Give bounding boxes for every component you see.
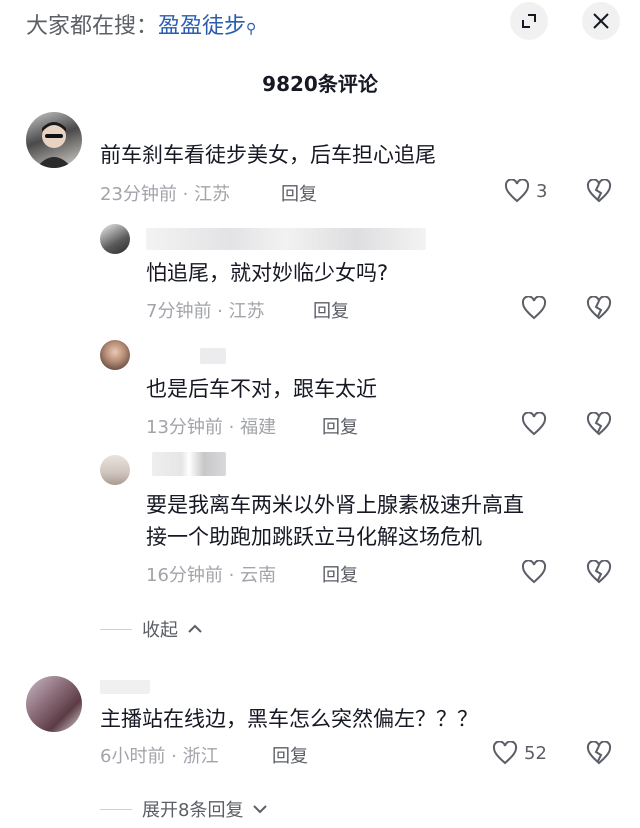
close-button[interactable] [582, 2, 620, 40]
expand-replies-button[interactable]: 展开8条回复 [100, 796, 268, 822]
comment-text: 接一个助跑加跳跃立马化解这场危机 [146, 525, 482, 549]
username-redacted [100, 680, 150, 694]
avatar[interactable] [100, 224, 130, 254]
like-count: 52 [524, 742, 547, 764]
collapse-replies-button[interactable]: 收起 [100, 616, 202, 642]
search-icon: ⚲ [246, 21, 257, 37]
dislike-button[interactable] [586, 740, 612, 769]
heart-icon [521, 296, 547, 320]
top-bar: 大家都在搜：盈盈徒步⚲ [0, 0, 640, 48]
dislike-button[interactable] [586, 178, 612, 207]
reply-button[interactable]: 回复 [272, 742, 308, 768]
username-redacted [146, 228, 426, 250]
avatar[interactable] [26, 112, 82, 168]
like-button[interactable]: 52 [492, 741, 547, 765]
avatar[interactable] [100, 340, 130, 370]
collapse-label: 收起 [142, 620, 178, 641]
chevron-down-icon [253, 805, 268, 814]
search-suggestion[interactable]: 大家都在搜：盈盈徒步⚲ [26, 8, 256, 40]
comment-time-location: 7分钟前 · 江苏 [146, 301, 265, 322]
expand-icon [522, 14, 536, 28]
comment-time-location: 16分钟前 · 云南 [146, 565, 277, 586]
reply-button[interactable]: 回复 [322, 413, 358, 439]
expand-label: 展开8条回复 [142, 800, 244, 821]
search-suggestion-prefix: 大家都在搜： [26, 14, 159, 39]
avatar[interactable] [26, 676, 82, 732]
chevron-up-icon [188, 624, 202, 633]
username-redacted [152, 452, 226, 476]
like-count: 3 [536, 180, 548, 202]
comment-text: 也是后车不对，跟车太近 [146, 377, 377, 401]
broken-heart-icon [586, 411, 612, 436]
comment-time-location: 23分钟前 · 江苏 [100, 184, 231, 205]
close-icon [593, 13, 609, 29]
divider [100, 628, 132, 630]
comment-text: 主播站在线边，黑车怎么突然偏左？？？ [100, 707, 478, 731]
broken-heart-icon [586, 178, 612, 203]
heart-icon [521, 560, 547, 584]
broken-heart-icon [586, 559, 612, 584]
expand-button[interactable] [510, 2, 548, 40]
comment-time-location: 6小时前 · 浙江 [100, 746, 219, 767]
dislike-button[interactable] [586, 411, 612, 440]
reply-button[interactable]: 回复 [322, 561, 358, 587]
heart-icon [521, 412, 547, 436]
heart-icon [492, 741, 518, 765]
heart-icon [504, 179, 530, 203]
dislike-button[interactable] [586, 559, 612, 588]
reply-button[interactable]: 回复 [313, 297, 349, 323]
comment-time-location: 13分钟前 · 福建 [146, 417, 277, 438]
reply-button[interactable]: 回复 [281, 180, 317, 206]
broken-heart-icon [586, 740, 612, 765]
comment-count-title: 9820条评论 [262, 72, 378, 96]
username-redacted [200, 348, 226, 364]
like-button[interactable] [521, 412, 547, 436]
avatar[interactable] [100, 455, 130, 485]
dislike-button[interactable] [586, 295, 612, 324]
search-suggestion-keyword[interactable]: 盈盈徒步 [158, 14, 246, 39]
like-button[interactable] [521, 296, 547, 320]
broken-heart-icon [586, 295, 612, 320]
like-button[interactable]: 3 [504, 179, 547, 203]
comment-text: 要是我离车两米以外肾上腺素极速升高直 [146, 493, 524, 517]
comment-text: 前车刹车看徒步美女，后车担心追尾 [100, 143, 436, 167]
divider [100, 808, 132, 810]
comment-text: 怕追尾，就对妙临少女吗? [146, 261, 389, 285]
like-button[interactable] [521, 560, 547, 584]
